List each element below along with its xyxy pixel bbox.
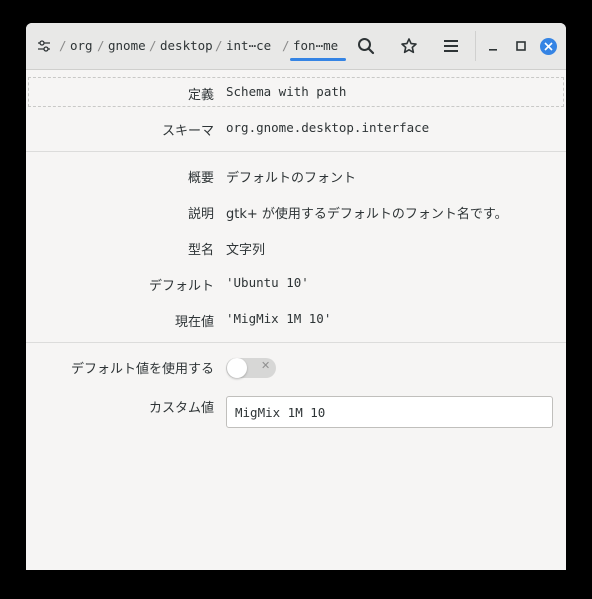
default-row: デフォルト 'Ubuntu 10' bbox=[26, 268, 566, 298]
custom-value-input[interactable] bbox=[226, 396, 553, 428]
current-value-row: 現在値 'MigMix 1M 10' bbox=[26, 304, 566, 334]
breadcrumb-item-gnome[interactable]: gnome bbox=[108, 38, 146, 53]
summary-value: デフォルトのフォント bbox=[226, 171, 357, 186]
custom-value-label: カスタム値 bbox=[148, 401, 214, 416]
schema-row: スキーマ org.gnome.desktop.interface bbox=[26, 113, 566, 143]
window: / org / gnome / desktop / int⋯ce / fon⋯m… bbox=[26, 23, 566, 570]
current-value-label: 現在値 bbox=[174, 315, 214, 330]
hamburger-menu-icon[interactable] bbox=[443, 38, 459, 54]
star-icon[interactable] bbox=[400, 37, 418, 55]
minimize-icon[interactable] bbox=[487, 40, 499, 52]
description-row: 説明 gtk+ が使用するデフォルトのフォント名です。 bbox=[26, 196, 566, 226]
description-value: gtk+ が使用するデフォルトのフォント名です。 bbox=[226, 207, 508, 222]
close-button[interactable] bbox=[540, 38, 557, 55]
definition-label: 定義 bbox=[187, 88, 214, 103]
breadcrumb-separator: / bbox=[215, 38, 223, 53]
default-value: 'Ubuntu 10' bbox=[226, 275, 309, 290]
schema-label: スキーマ bbox=[161, 124, 214, 139]
headerbar: / org / gnome / desktop / int⋯ce / fon⋯m… bbox=[26, 23, 566, 70]
summary-label: 概要 bbox=[187, 171, 214, 186]
definition-value: Schema with path bbox=[226, 84, 347, 99]
headerbar-separator bbox=[475, 31, 476, 61]
type-row: 型名 文字列 bbox=[26, 232, 566, 262]
breadcrumb-item-font-name[interactable]: fon⋯me bbox=[293, 38, 338, 53]
search-icon[interactable] bbox=[357, 37, 375, 55]
toggle-off-icon: ✕ bbox=[261, 359, 271, 372]
divider bbox=[26, 151, 566, 152]
breadcrumb-separator: / bbox=[149, 38, 157, 53]
type-label: 型名 bbox=[187, 243, 214, 258]
summary-row: 概要 デフォルトのフォント bbox=[26, 160, 566, 190]
use-default-toggle[interactable]: ✕ bbox=[226, 358, 276, 378]
breadcrumb-separator: / bbox=[97, 38, 105, 53]
description-label: 説明 bbox=[187, 207, 214, 222]
maximize-icon[interactable] bbox=[515, 40, 527, 52]
divider bbox=[26, 342, 566, 343]
breadcrumb-item-interface[interactable]: int⋯ce bbox=[226, 38, 271, 53]
default-label: デフォルト bbox=[148, 279, 214, 294]
breadcrumb-separator: / bbox=[59, 38, 67, 53]
breadcrumb-item-desktop[interactable]: desktop bbox=[160, 38, 213, 53]
breadcrumb-item-org[interactable]: org bbox=[70, 38, 93, 53]
schema-value: org.gnome.desktop.interface bbox=[226, 120, 430, 135]
sliders-icon[interactable] bbox=[37, 39, 51, 53]
active-crumb-underline bbox=[290, 58, 346, 61]
type-value: 文字列 bbox=[226, 243, 266, 258]
definition-row: 定義 Schema with path bbox=[26, 77, 566, 107]
use-default-label: デフォルト値を使用する bbox=[70, 362, 214, 377]
close-icon bbox=[544, 42, 553, 51]
current-value: 'MigMix 1M 10' bbox=[226, 311, 332, 326]
breadcrumb-separator: / bbox=[282, 38, 290, 53]
toggle-knob bbox=[227, 358, 247, 378]
use-default-row: デフォルト値を使用する bbox=[26, 351, 566, 381]
